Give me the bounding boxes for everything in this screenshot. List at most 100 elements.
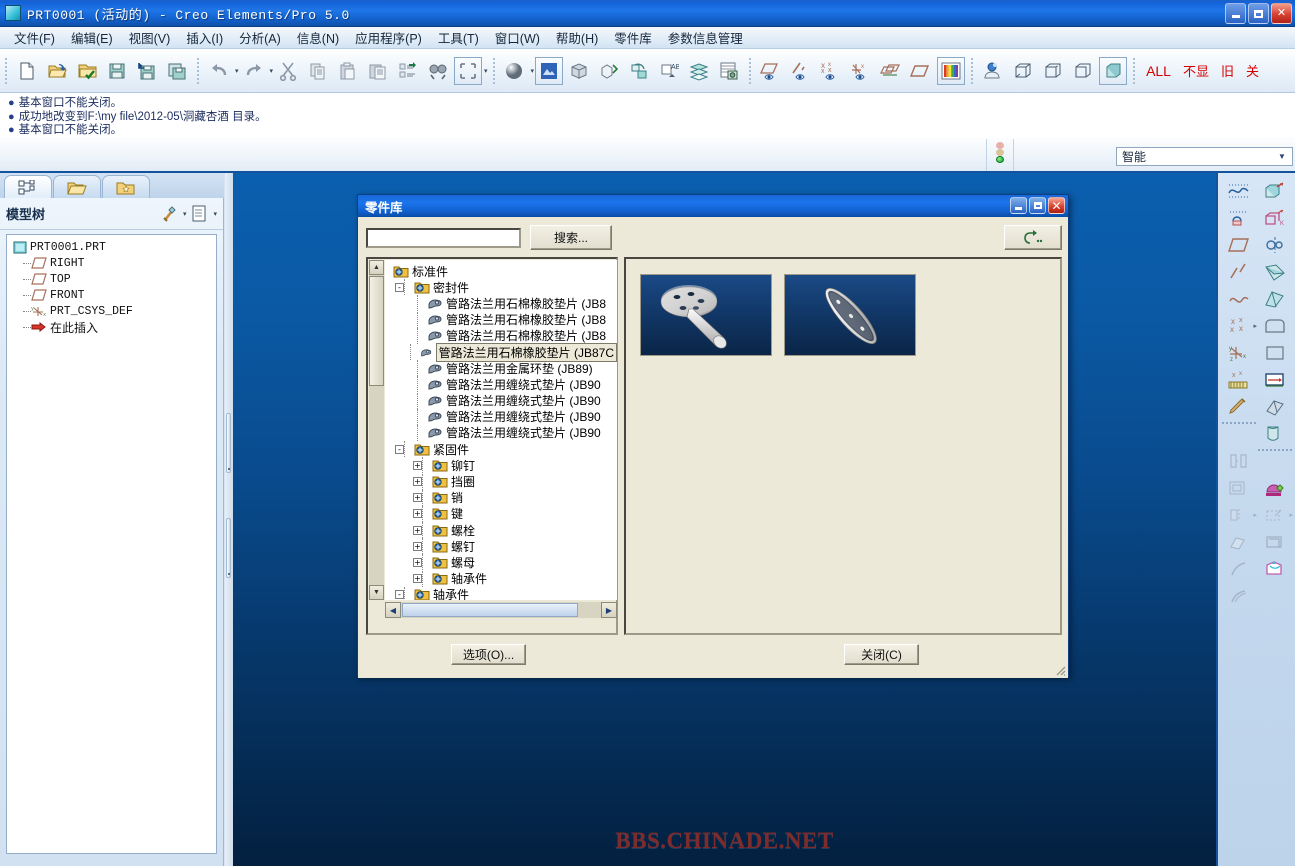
tree-row-nuts[interactable]: + 轴承件 (387, 571, 617, 587)
menu-item-view[interactable]: 视图(V) (121, 26, 179, 49)
tree-row-screws[interactable]: + 螺母 (387, 554, 617, 570)
collapse-expander[interactable]: - (395, 445, 404, 454)
chevron-right-icon[interactable]: ▸ (1289, 511, 1293, 519)
datum-plane-icon[interactable] (1221, 231, 1257, 258)
undo-dropdown-caret[interactable]: ▾ (235, 67, 239, 75)
datum-axis-display-icon[interactable] (787, 57, 815, 85)
favorites-tab[interactable] (102, 175, 150, 200)
model-tree-list[interactable]: PRT0001.PRT RIGHT TOP FRONT (6, 234, 217, 854)
minimize-button[interactable] (1225, 3, 1246, 24)
expand-expander[interactable]: + (413, 574, 422, 583)
find-icon[interactable] (424, 57, 452, 85)
scroll-down-button[interactable]: ▼ (369, 585, 384, 600)
plane-display-icon[interactable] (907, 57, 935, 85)
tree-horizontal-scrollbar[interactable]: ◀ ▶ (385, 602, 617, 618)
tree-row-part[interactable]: 管路法兰用缠绕式垫片 (JB90 (387, 393, 617, 409)
expand-expander[interactable]: + (413, 493, 422, 502)
show-button[interactable] (186, 203, 212, 225)
render-icon[interactable] (535, 57, 563, 85)
scroll-thumb[interactable] (369, 276, 384, 386)
tree-row-part[interactable]: 管路法兰用缠绕式垫片 (JB90 (387, 425, 617, 441)
redo-icon[interactable] (240, 57, 268, 85)
shading-icon[interactable] (501, 57, 529, 85)
copy-icon[interactable] (304, 57, 332, 85)
expand-expander[interactable]: + (413, 461, 422, 470)
go-up-button[interactable] (1004, 225, 1062, 250)
scroll-left-button[interactable]: ◀ (385, 602, 401, 618)
sketch-tool-icon[interactable] (1221, 393, 1257, 420)
select-dropdown-caret[interactable]: ▾ (484, 67, 488, 75)
datum-axis-icon[interactable] (1221, 258, 1257, 285)
tree-item-csys[interactable]: yx PRT_CSYS_DEF (11, 303, 216, 319)
tree-row-fasteners[interactable]: - 紧固件 (387, 441, 617, 457)
hole-icon[interactable] (1257, 231, 1293, 258)
tree-row-washers[interactable]: + 挡圈 (387, 473, 617, 489)
tree-row-part[interactable]: 管路法兰用金属环垫 (JB89) (387, 360, 617, 376)
tree-row-part[interactable]: 管路法兰用石棉橡胶垫片 (JB8 (387, 328, 617, 344)
tree-item-datum[interactable]: TOP (11, 271, 216, 287)
save-a-copy-icon[interactable] (133, 57, 161, 85)
close-dialog-button[interactable]: 关闭(C) (844, 644, 919, 665)
tree-row-bearings[interactable]: - 轴承件 (387, 587, 617, 600)
tree-row-part-selected[interactable]: 管路法兰用石棉橡胶垫片 (JB87C (387, 344, 617, 360)
appearance-gallery-icon[interactable] (979, 57, 1007, 85)
menu-item-edit[interactable]: 编辑(E) (63, 26, 121, 49)
tree-row-part[interactable]: 管路法兰用缠绕式垫片 (JB90 (387, 409, 617, 425)
expand-expander[interactable]: + (413, 542, 422, 551)
set-working-directory-icon[interactable] (73, 57, 101, 85)
menu-item-parameter-manager[interactable]: 参数信息管理 (660, 26, 751, 49)
cut-icon[interactable] (274, 57, 302, 85)
tree-row-part[interactable]: 管路法兰用石棉橡胶垫片 (JB8 (387, 312, 617, 328)
dialog-minimize-button[interactable] (1010, 197, 1027, 214)
menu-item-insert[interactable]: 插入(I) (178, 26, 231, 49)
tree-item-part[interactable]: PRT0001.PRT (11, 239, 216, 255)
expand-expander[interactable]: + (413, 477, 422, 486)
chamfer-icon[interactable] (1257, 339, 1293, 366)
expand-expander[interactable]: + (413, 558, 422, 567)
tree-row-bolts[interactable]: + 螺钉 (387, 538, 617, 554)
paste-special-icon[interactable] (364, 57, 392, 85)
regeneration-status-icon[interactable] (986, 139, 1014, 171)
expand-expander[interactable]: + (413, 509, 422, 518)
layers-icon[interactable] (685, 57, 713, 85)
gasket-ring-preview[interactable] (784, 274, 916, 356)
datum-point-icon[interactable]: xxxx ▸ (1221, 312, 1257, 339)
shell-icon[interactable] (1257, 258, 1293, 285)
no-hidden-icon[interactable] (1069, 57, 1097, 85)
flange-hub-preview[interactable] (640, 274, 772, 356)
tree-row-pins[interactable]: + 键 (387, 506, 617, 522)
color-appearance-icon[interactable] (937, 57, 965, 85)
folder-browser-tab[interactable] (53, 175, 101, 200)
round-icon[interactable] (1257, 312, 1293, 339)
tree-row-part[interactable]: 管路法兰用缠绕式垫片 (JB90 (387, 376, 617, 392)
select-box-icon[interactable] (454, 57, 482, 85)
tree-item-datum[interactable]: FRONT (11, 287, 216, 303)
tree-row-rivets[interactable]: + 铆钉 (387, 457, 617, 473)
menu-item-file[interactable]: 文件(F) (6, 26, 63, 49)
maximize-button[interactable] (1248, 3, 1269, 24)
splitter-handle[interactable] (226, 518, 231, 578)
chevron-down-icon[interactable]: ▼ (1275, 152, 1289, 161)
chevron-down-icon[interactable]: ▾ (213, 210, 217, 218)
options-button[interactable]: 选项(O)... (451, 644, 526, 665)
tree-vertical-scrollbar[interactable]: ▲ ▼ (369, 260, 384, 600)
close-button[interactable]: ✕ (1271, 3, 1292, 24)
menu-item-help[interactable]: 帮助(H) (548, 26, 606, 49)
tree-row-retaining-rings[interactable]: + 销 (387, 490, 617, 506)
view-manager-icon[interactable] (715, 57, 743, 85)
expand-expander[interactable]: + (413, 526, 422, 535)
scroll-right-button[interactable]: ▶ (601, 602, 617, 618)
analysis-point-icon[interactable]: xx (1221, 366, 1257, 393)
style-icon[interactable] (1257, 474, 1293, 501)
scroll-thumb-horizontal[interactable] (402, 603, 578, 617)
collapse-expander[interactable]: - (395, 283, 404, 292)
extrude-icon[interactable] (1257, 177, 1293, 204)
draft-icon[interactable] (1257, 285, 1293, 312)
tree-item-datum[interactable]: RIGHT (11, 255, 216, 271)
datum-point-display-icon[interactable]: xxxx (817, 57, 845, 85)
hidden-line-icon[interactable] (1039, 57, 1067, 85)
new-file-icon[interactable] (13, 57, 41, 85)
sketch-curve-icon[interactable] (1221, 177, 1257, 204)
regenerate-icon[interactable] (394, 57, 422, 85)
spin-center-icon[interactable] (877, 57, 905, 85)
